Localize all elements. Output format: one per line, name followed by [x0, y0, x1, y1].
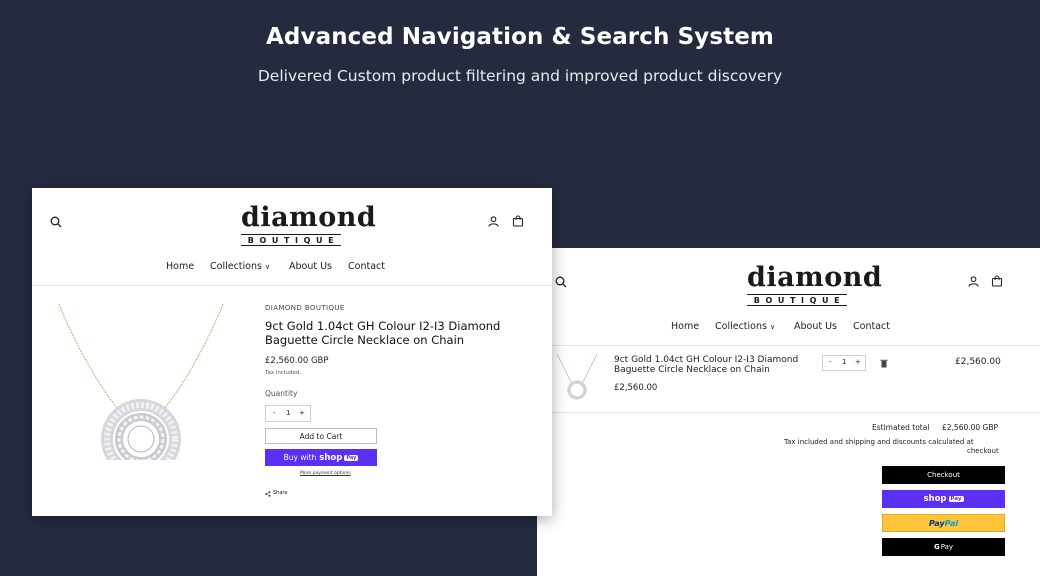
nav-about[interactable]: About Us: [794, 321, 837, 332]
cart-item-title-line2[interactable]: Baguette Circle Necklace on Chain: [614, 365, 770, 375]
brand-logo[interactable]: diamond BOUTIQUE: [747, 262, 883, 306]
paypal-pay-label: Pay: [928, 518, 945, 528]
buy-with-label: Buy with: [283, 453, 317, 462]
cart-icon[interactable]: [512, 215, 524, 227]
share-label: Share: [273, 490, 288, 496]
google-g-icon: G: [933, 543, 940, 551]
more-payment-options-link[interactable]: More payment options: [300, 471, 351, 476]
product-page-screenshot: diamond BOUTIQUE Home Collections ∨ Abou…: [32, 188, 552, 516]
product-tax-note: Tax included.: [265, 370, 301, 376]
hero-title: Advanced Navigation & Search System: [266, 24, 774, 50]
cart-shop-label: shop: [923, 494, 947, 504]
chevron-down-icon: ∨: [264, 263, 271, 271]
account-icon[interactable]: [968, 276, 979, 287]
brand-tagline: BOUTIQUE: [747, 294, 847, 306]
product-vendor: DIAMOND BOUTIQUE: [265, 304, 345, 312]
qty-minus[interactable]: -: [273, 409, 276, 417]
header-divider: [32, 285, 552, 286]
nav-about[interactable]: About Us: [289, 261, 332, 272]
gpay-label: Pay: [940, 543, 954, 551]
quantity-label: Quantity: [265, 389, 298, 398]
paypal-pal-label: Pal: [944, 518, 959, 528]
main-nav: Home Collections ∨ About Us Contact: [32, 261, 552, 275]
shop-label: shop: [319, 452, 343, 463]
main-nav: Home Collections ∨ About Us Contact: [537, 321, 1040, 335]
cart-line-total: £2,560.00: [955, 357, 1001, 367]
header-divider: [537, 345, 1040, 346]
nav-contact[interactable]: Contact: [853, 321, 890, 332]
estimated-total-value: £2,560.00 GBP: [942, 423, 999, 432]
add-to-cart-button[interactable]: Add to Cart: [265, 428, 377, 444]
google-pay-button[interactable]: G Pay: [882, 538, 1005, 556]
share-icon: [265, 491, 271, 497]
cart-qty-value[interactable]: 1: [842, 358, 846, 366]
product-title-line2: Baguette Circle Necklace on Chain: [265, 333, 465, 347]
hero-subtitle: Delivered Custom product filtering and i…: [257, 67, 783, 85]
cart-tax-note-line2: checkout: [967, 447, 999, 455]
cart-item-price: £2,560.00: [614, 383, 658, 393]
cart-pay-badge: Pay: [948, 496, 964, 502]
paypal-button[interactable]: Pay Pal: [882, 514, 1005, 532]
cart-item-image[interactable]: [555, 352, 599, 402]
cart-qty-minus[interactable]: -: [829, 358, 832, 366]
nav-collections-label: Collections: [210, 261, 262, 272]
product-title-line1: 9ct Gold 1.04ct GH Colour I2-I3 Diamond: [265, 319, 501, 333]
brand-logo[interactable]: diamond BOUTIQUE: [241, 202, 377, 246]
trash-icon[interactable]: [880, 359, 888, 368]
nav-home[interactable]: Home: [671, 321, 699, 332]
quantity-stepper: - 1 +: [265, 405, 311, 422]
checkout-label: Checkout: [927, 471, 960, 479]
search-icon[interactable]: [50, 216, 62, 228]
cart-quantity-stepper: - 1 +: [822, 355, 866, 371]
nav-collections-label: Collections: [715, 321, 767, 332]
cart-qty-plus[interactable]: +: [855, 358, 861, 366]
account-icon[interactable]: [488, 216, 499, 227]
qty-plus[interactable]: +: [299, 409, 305, 417]
cart-shop-pay-button[interactable]: shop Pay: [882, 490, 1005, 508]
estimated-total-label: Estimated total: [872, 423, 930, 432]
search-icon[interactable]: [555, 276, 567, 288]
nav-contact[interactable]: Contact: [348, 261, 385, 272]
product-image[interactable]: [54, 302, 228, 460]
nav-collections[interactable]: Collections ∨: [210, 261, 270, 272]
cart-icon[interactable]: [991, 275, 1003, 287]
cart-divider: [537, 412, 1040, 413]
brand-wordmark: diamond: [747, 262, 883, 293]
buy-with-shop-pay-button[interactable]: Buy with shop Pay: [265, 449, 377, 466]
add-to-cart-label: Add to Cart: [299, 431, 343, 441]
nav-home[interactable]: Home: [166, 261, 194, 272]
cart-page-screenshot: diamond BOUTIQUE Home Collections ∨ Abou…: [537, 248, 1040, 576]
brand-tagline: BOUTIQUE: [241, 234, 341, 246]
qty-value[interactable]: 1: [286, 409, 290, 417]
nav-collections[interactable]: Collections ∨: [715, 321, 775, 332]
cart-item-title-line1[interactable]: 9ct Gold 1.04ct GH Colour I2-I3 Diamond: [614, 355, 798, 365]
brand-wordmark: diamond: [241, 202, 377, 233]
pay-badge: Pay: [344, 454, 359, 461]
chevron-down-icon: ∨: [769, 323, 776, 331]
checkout-button[interactable]: Checkout: [882, 466, 1005, 484]
product-price: £2,560.00 GBP: [265, 356, 329, 366]
cart-tax-note-line1: Tax included and shipping and discounts …: [784, 438, 974, 446]
